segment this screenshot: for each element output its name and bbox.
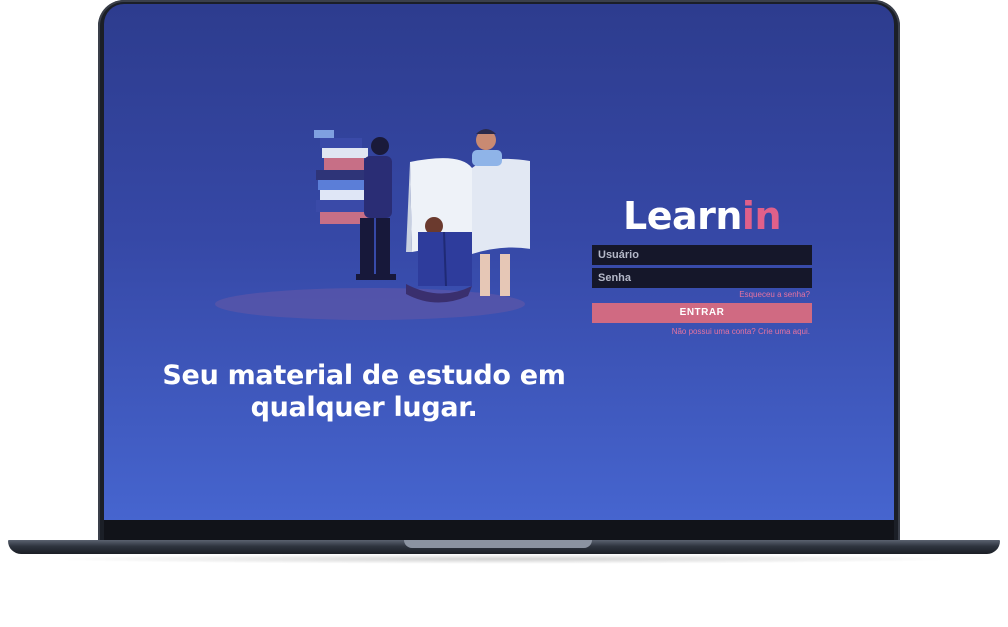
hero-headline-line1: Seu material de estudo em bbox=[162, 360, 566, 391]
people-reading-books-illustration bbox=[215, 129, 530, 320]
screen-bezel bbox=[104, 520, 894, 542]
brand-logo-part1: Learn bbox=[623, 194, 742, 238]
brand-logo-part2: in bbox=[741, 194, 782, 238]
laptop-mockup: Seu material de estudo em qualquer lugar… bbox=[0, 0, 1008, 627]
hero-headline-line2: qualquer lugar. bbox=[250, 392, 478, 423]
login-button[interactable]: ENTRAR bbox=[592, 303, 812, 323]
forgot-password-link[interactable]: Esqueceu a senha? bbox=[592, 290, 810, 300]
password-input[interactable]: Senha bbox=[592, 268, 812, 288]
laptop-shadow bbox=[40, 554, 968, 564]
signup-link[interactable]: Não possui uma conta? Crie uma aqui. bbox=[592, 327, 810, 337]
password-placeholder: Senha bbox=[598, 272, 632, 284]
laptop-screen: Seu material de estudo em qualquer lugar… bbox=[104, 4, 894, 520]
username-input[interactable]: Usuário bbox=[592, 245, 812, 265]
laptop-notch bbox=[404, 540, 592, 548]
brand-logo: Learnin bbox=[592, 194, 812, 238]
hero-headline: Seu material de estudo em qualquer lugar… bbox=[144, 360, 584, 424]
username-placeholder: Usuário bbox=[598, 249, 639, 261]
